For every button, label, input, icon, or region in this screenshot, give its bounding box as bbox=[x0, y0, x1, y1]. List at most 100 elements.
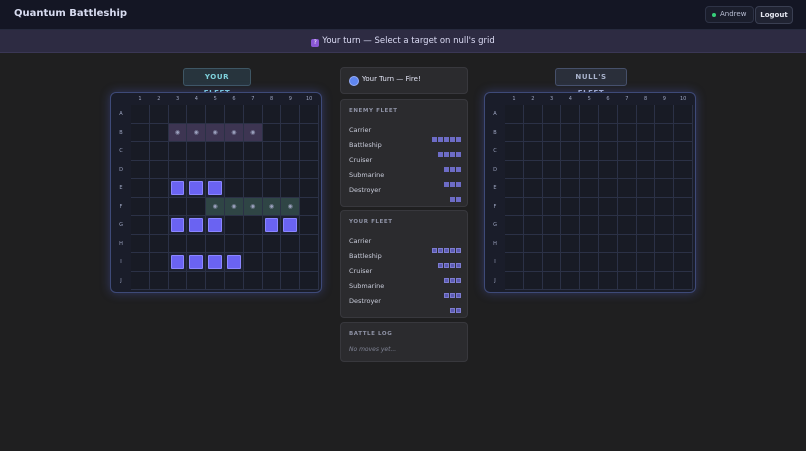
enemy-cell[interactable] bbox=[561, 253, 581, 272]
enemy-cell[interactable] bbox=[617, 123, 637, 142]
enemy-cell[interactable] bbox=[580, 271, 599, 290]
enemy-cell[interactable] bbox=[636, 234, 656, 253]
enemy-cell[interactable] bbox=[617, 234, 637, 253]
enemy-cell[interactable] bbox=[617, 216, 637, 235]
enemy-cell[interactable] bbox=[542, 105, 562, 124]
enemy-cell[interactable] bbox=[505, 160, 524, 179]
enemy-cell[interactable] bbox=[561, 216, 581, 235]
enemy-cell[interactable] bbox=[655, 234, 675, 253]
enemy-cell[interactable] bbox=[561, 160, 581, 179]
enemy-cell[interactable] bbox=[523, 234, 543, 253]
enemy-cell[interactable] bbox=[542, 197, 562, 216]
enemy-cell[interactable] bbox=[674, 234, 693, 253]
enemy-cell[interactable] bbox=[599, 142, 618, 161]
enemy-cell[interactable] bbox=[636, 197, 656, 216]
enemy-cell[interactable] bbox=[561, 105, 581, 124]
enemy-cell[interactable] bbox=[561, 179, 581, 198]
enemy-cell[interactable] bbox=[561, 142, 581, 161]
enemy-cell[interactable] bbox=[523, 216, 543, 235]
enemy-cell[interactable] bbox=[599, 253, 618, 272]
enemy-cell[interactable] bbox=[505, 234, 524, 253]
enemy-cell[interactable] bbox=[617, 105, 637, 124]
enemy-cell[interactable] bbox=[505, 142, 524, 161]
enemy-cell[interactable] bbox=[636, 105, 656, 124]
enemy-cell[interactable] bbox=[505, 123, 524, 142]
enemy-cell[interactable] bbox=[617, 253, 637, 272]
enemy-cell[interactable] bbox=[655, 142, 675, 161]
enemy-cell[interactable] bbox=[636, 216, 656, 235]
enemy-cell[interactable] bbox=[674, 142, 693, 161]
enemy-cell[interactable] bbox=[542, 123, 562, 142]
enemy-cell[interactable] bbox=[523, 105, 543, 124]
enemy-cell[interactable] bbox=[636, 123, 656, 142]
enemy-cell[interactable] bbox=[580, 216, 599, 235]
enemy-cell[interactable] bbox=[542, 253, 562, 272]
enemy-cell[interactable] bbox=[523, 123, 543, 142]
enemy-cell[interactable] bbox=[617, 160, 637, 179]
logout-button[interactable]: Logout bbox=[755, 6, 793, 24]
enemy-cell[interactable] bbox=[523, 179, 543, 198]
enemy-cell[interactable] bbox=[599, 123, 618, 142]
enemy-cell[interactable] bbox=[580, 197, 599, 216]
enemy-cell[interactable] bbox=[542, 160, 562, 179]
enemy-cell[interactable] bbox=[674, 179, 693, 198]
enemy-cell[interactable] bbox=[505, 197, 524, 216]
enemy-cell[interactable] bbox=[505, 253, 524, 272]
enemy-cell[interactable] bbox=[636, 271, 656, 290]
enemy-cell[interactable] bbox=[580, 105, 599, 124]
enemy-cell[interactable] bbox=[523, 142, 543, 161]
enemy-cell[interactable] bbox=[505, 179, 524, 198]
enemy-cell[interactable] bbox=[542, 216, 562, 235]
enemy-cell[interactable] bbox=[655, 160, 675, 179]
enemy-cell[interactable] bbox=[674, 105, 693, 124]
enemy-cell[interactable] bbox=[580, 142, 599, 161]
enemy-cell[interactable] bbox=[655, 216, 675, 235]
enemy-cell[interactable] bbox=[674, 197, 693, 216]
enemy-cell[interactable] bbox=[655, 271, 675, 290]
enemy-cell[interactable] bbox=[599, 105, 618, 124]
enemy-cell[interactable] bbox=[674, 271, 693, 290]
enemy-cell[interactable] bbox=[655, 123, 675, 142]
enemy-cell[interactable] bbox=[655, 105, 675, 124]
enemy-cell[interactable] bbox=[636, 160, 656, 179]
enemy-cell[interactable] bbox=[674, 160, 693, 179]
enemy-cell[interactable] bbox=[636, 179, 656, 198]
enemy-cell[interactable] bbox=[599, 179, 618, 198]
enemy-cell[interactable] bbox=[617, 142, 637, 161]
enemy-cell[interactable] bbox=[580, 234, 599, 253]
enemy-cell[interactable] bbox=[505, 271, 524, 290]
enemy-grid[interactable] bbox=[505, 105, 693, 290]
enemy-cell[interactable] bbox=[580, 253, 599, 272]
enemy-cell[interactable] bbox=[617, 179, 637, 198]
enemy-cell[interactable] bbox=[561, 271, 581, 290]
enemy-cell[interactable] bbox=[655, 179, 675, 198]
enemy-cell[interactable] bbox=[523, 271, 543, 290]
enemy-cell[interactable] bbox=[599, 216, 618, 235]
enemy-cell[interactable] bbox=[617, 197, 637, 216]
enemy-cell[interactable] bbox=[580, 179, 599, 198]
enemy-cell[interactable] bbox=[674, 253, 693, 272]
enemy-cell[interactable] bbox=[523, 160, 543, 179]
enemy-cell[interactable] bbox=[505, 105, 524, 124]
enemy-cell[interactable] bbox=[599, 271, 618, 290]
enemy-cell[interactable] bbox=[580, 123, 599, 142]
enemy-cell[interactable] bbox=[561, 234, 581, 253]
enemy-cell[interactable] bbox=[523, 253, 543, 272]
enemy-cell[interactable] bbox=[542, 142, 562, 161]
user-badge[interactable]: Andrew bbox=[705, 6, 755, 23]
enemy-cell[interactable] bbox=[636, 253, 656, 272]
enemy-cell[interactable] bbox=[599, 160, 618, 179]
enemy-cell[interactable] bbox=[599, 197, 618, 216]
enemy-cell[interactable] bbox=[674, 216, 693, 235]
enemy-cell[interactable] bbox=[636, 142, 656, 161]
enemy-cell[interactable] bbox=[617, 271, 637, 290]
enemy-cell[interactable] bbox=[542, 271, 562, 290]
enemy-cell[interactable] bbox=[542, 234, 562, 253]
enemy-cell[interactable] bbox=[505, 216, 524, 235]
enemy-cell[interactable] bbox=[523, 197, 543, 216]
enemy-cell[interactable] bbox=[561, 123, 581, 142]
enemy-cell[interactable] bbox=[655, 253, 675, 272]
enemy-cell[interactable] bbox=[599, 234, 618, 253]
enemy-cell[interactable] bbox=[580, 160, 599, 179]
enemy-cell[interactable] bbox=[674, 123, 693, 142]
